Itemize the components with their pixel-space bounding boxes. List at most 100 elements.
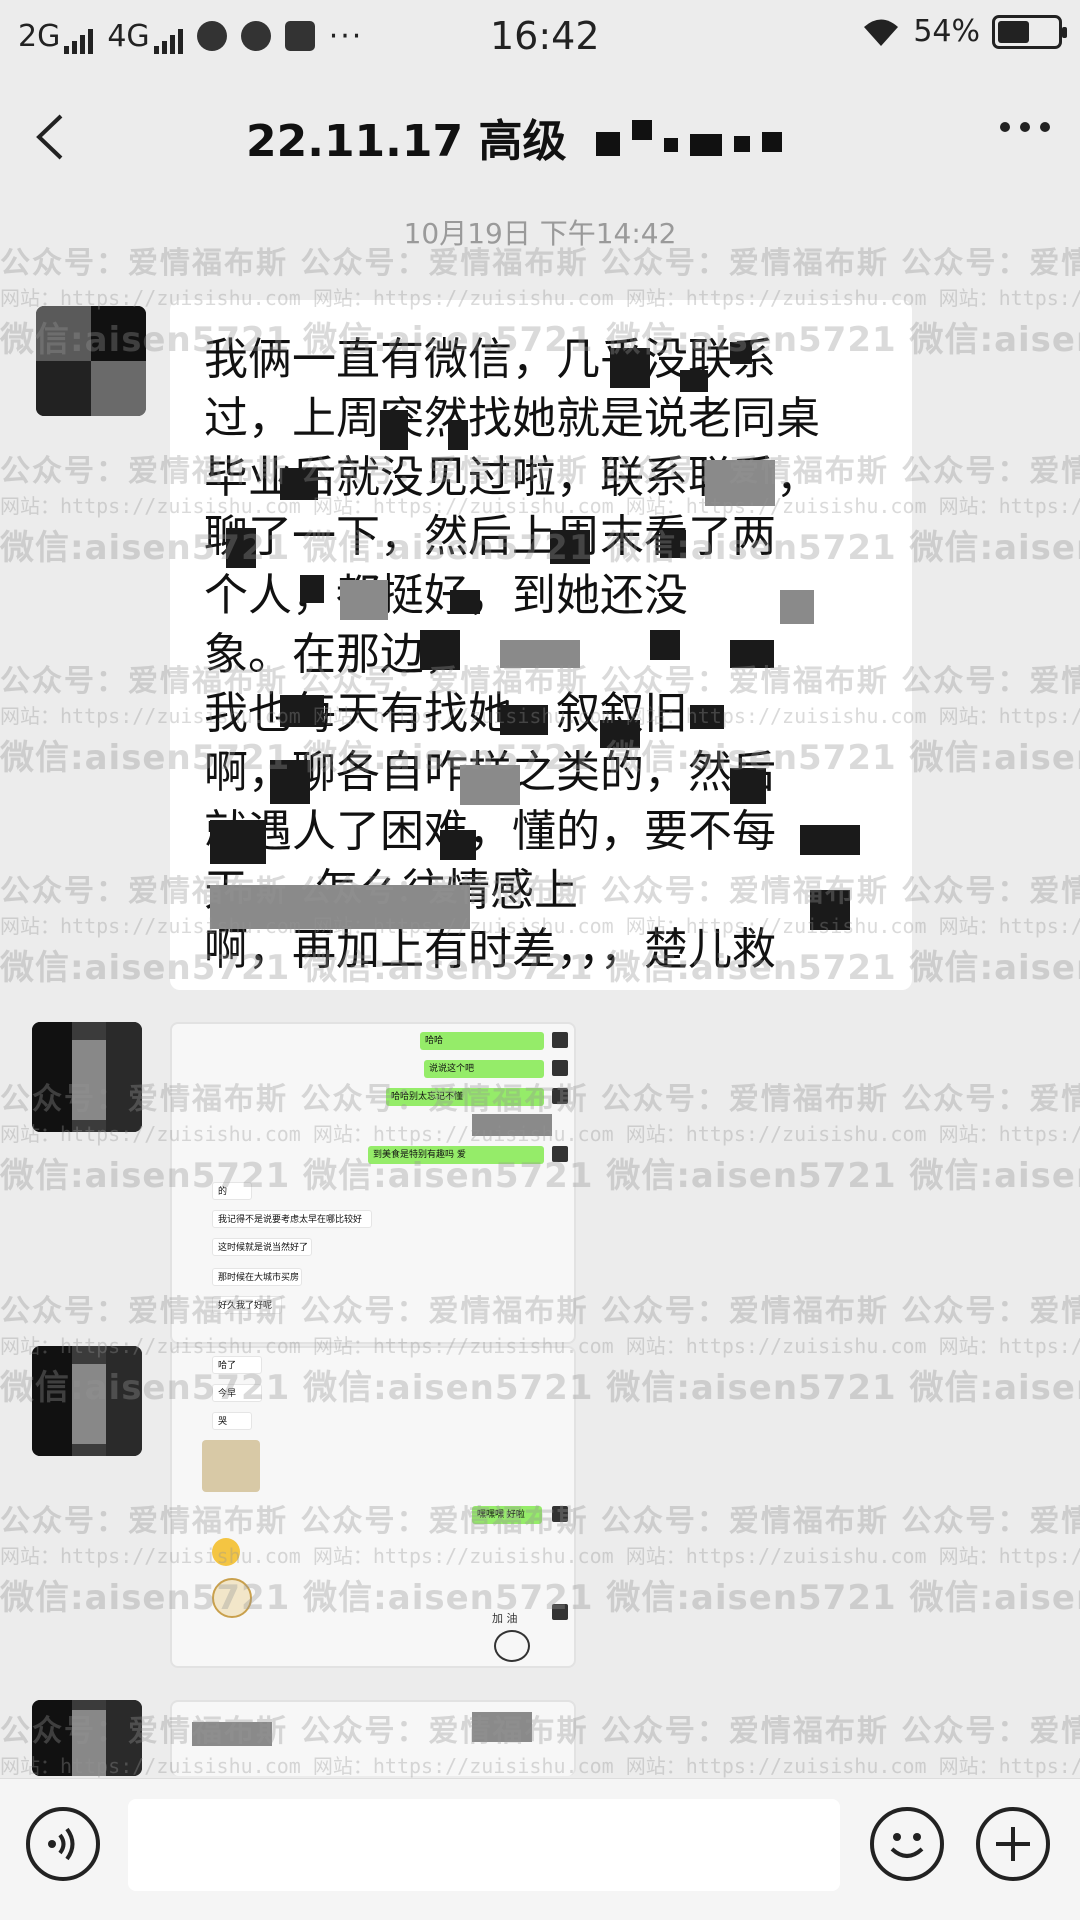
contact-avatar[interactable]: [32, 1022, 142, 1132]
redaction-block: [380, 410, 408, 450]
status-left: 2G 4G ···: [18, 19, 363, 54]
image-chat-bubble: 嘿嘿嘿 好啦: [472, 1506, 542, 1524]
message-input[interactable]: [128, 1799, 840, 1891]
image-chat-bubble: 到美食是特别有趣吗 爱: [368, 1146, 544, 1164]
more-notifications-icon: ···: [328, 18, 364, 54]
message-line: 过，上周突然找她就是说老同桌: [204, 393, 820, 444]
redaction-block: [550, 530, 590, 564]
redaction-block: [472, 1114, 552, 1136]
voice-icon: [48, 1827, 75, 1861]
redaction-block: [210, 885, 470, 929]
image-notification-icon: [284, 21, 315, 51]
redaction-block: [780, 590, 814, 624]
redaction-block: [810, 890, 850, 930]
chat-input-bar: [0, 1778, 1080, 1920]
sticker-image: [212, 1578, 252, 1618]
network-2g-label: 2G: [18, 18, 61, 54]
more-options-button[interactable]: [1000, 122, 1050, 132]
back-button[interactable]: [0, 72, 100, 202]
redaction-block: [610, 348, 650, 388]
image-chat-bubble: 那时候在大城市买房: [212, 1268, 302, 1286]
redaction-block: [730, 342, 752, 364]
redaction-block: [210, 820, 266, 864]
image-chat-bubble: 哭: [212, 1412, 252, 1430]
redaction-block: [280, 695, 324, 727]
redaction-block: [500, 705, 548, 735]
redaction-block: [448, 420, 468, 450]
screenshot-image-message[interactable]: [170, 1700, 576, 1776]
network-2g: 2G: [18, 18, 94, 54]
emoji-button[interactable]: [870, 1807, 944, 1881]
image-chat-bubble: 好久我了好呢: [212, 1296, 282, 1314]
redaction-block: [705, 460, 775, 506]
redaction-block: [420, 630, 460, 670]
message-line: 我俩一直有微信，几乎没联系: [204, 334, 776, 385]
title-redaction: [596, 118, 783, 156]
redaction-block: [340, 580, 388, 620]
image-chat-bubble: 说说这个吧: [424, 1060, 544, 1078]
voice-input-button[interactable]: [26, 1807, 100, 1881]
redaction-block: [800, 825, 860, 855]
redaction-block: [500, 640, 580, 668]
contact-avatar[interactable]: [36, 306, 146, 416]
screenshot-image-message[interactable]: 哈哈 说说这个吧 哈哈别太忘记不懂 到美食是特别有趣吗 爱 的 我记得不是说要考…: [170, 1022, 576, 1344]
image-chat-bubble: 哈了: [212, 1356, 262, 1374]
battery-fill: [998, 20, 1030, 43]
message-line: 就遇人了困难，懂的，要不每: [204, 806, 776, 857]
battery-percent: 54%: [913, 14, 980, 49]
redaction-block: [472, 1712, 532, 1742]
image-chat-bubble: 我记得不是说要考虑太早在哪比较好: [212, 1210, 372, 1228]
signal-icon: [64, 28, 94, 54]
wifi-icon: [864, 19, 899, 46]
redaction-block: [600, 720, 640, 748]
image-chat-avatar: [552, 1032, 568, 1048]
contact-avatar[interactable]: [32, 1346, 142, 1456]
contact-avatar[interactable]: [32, 1700, 142, 1776]
text-message-bubble[interactable]: 我俩一直有微信，几乎没联系 过，上周突然找她就是说老同桌 毕业后就没见过啦，联系…: [170, 300, 912, 990]
image-chat-avatar: [552, 1146, 568, 1162]
chat-header: 22.11.17 高级: [0, 72, 1080, 202]
redaction-block: [192, 1722, 272, 1746]
image-chat-bubble: 哈哈别太忘记不懂: [386, 1088, 544, 1106]
redaction-block: [730, 768, 766, 804]
image-chat-avatar: [552, 1506, 568, 1522]
app-notification-icon: [196, 21, 227, 51]
signal-icon: [153, 28, 183, 54]
redaction-block: [280, 468, 318, 500]
redaction-block: [690, 705, 724, 729]
redaction-block: [680, 370, 708, 392]
image-chat-avatar: [552, 1604, 568, 1620]
plus-icon: [996, 1827, 1030, 1861]
emoji-sticker: [212, 1538, 240, 1566]
sticker-text: 加 油: [492, 1612, 518, 1625]
status-right: 54%: [861, 14, 1067, 49]
clock: 16:42: [490, 14, 600, 58]
sticker-image: [494, 1630, 530, 1662]
image-chat-avatar: [552, 1088, 568, 1104]
redaction-block: [660, 530, 686, 558]
redaction-block: [650, 630, 680, 660]
redaction-block: [460, 765, 520, 805]
redaction-block: [440, 830, 476, 860]
image-chat-bubble: 的: [212, 1182, 252, 1200]
image-chat-bubble: 哈哈: [420, 1032, 544, 1050]
image-chat-avatar: [552, 1060, 568, 1076]
message-timestamp: 10月19日 下午14:42: [403, 217, 677, 250]
redaction-block: [730, 640, 774, 668]
redaction-block: [300, 575, 324, 603]
image-chat-bubble: 今早: [212, 1384, 262, 1402]
message-notification-icon: [240, 21, 271, 51]
image-chat-bubble: 这时候就是说当然好了: [212, 1238, 312, 1256]
back-arrow-icon: [36, 114, 63, 160]
emoji-icon: [890, 1833, 924, 1858]
screenshot-image-message[interactable]: 哈了 今早 哭 嘿嘿嘿 好啦 加 油: [170, 1346, 576, 1668]
network-4g-label: 4G: [107, 18, 150, 54]
redaction-block: [226, 528, 256, 568]
message-line: 聊了一下，然后上周末看了两: [204, 511, 776, 562]
network-4g: 4G: [107, 18, 183, 54]
sticker-image: [202, 1440, 260, 1492]
status-bar: 2G 4G ··· 16:42 54%: [0, 0, 1080, 72]
redaction-block: [270, 760, 310, 804]
more-functions-button[interactable]: [976, 1807, 1050, 1881]
battery-icon: [992, 14, 1067, 49]
